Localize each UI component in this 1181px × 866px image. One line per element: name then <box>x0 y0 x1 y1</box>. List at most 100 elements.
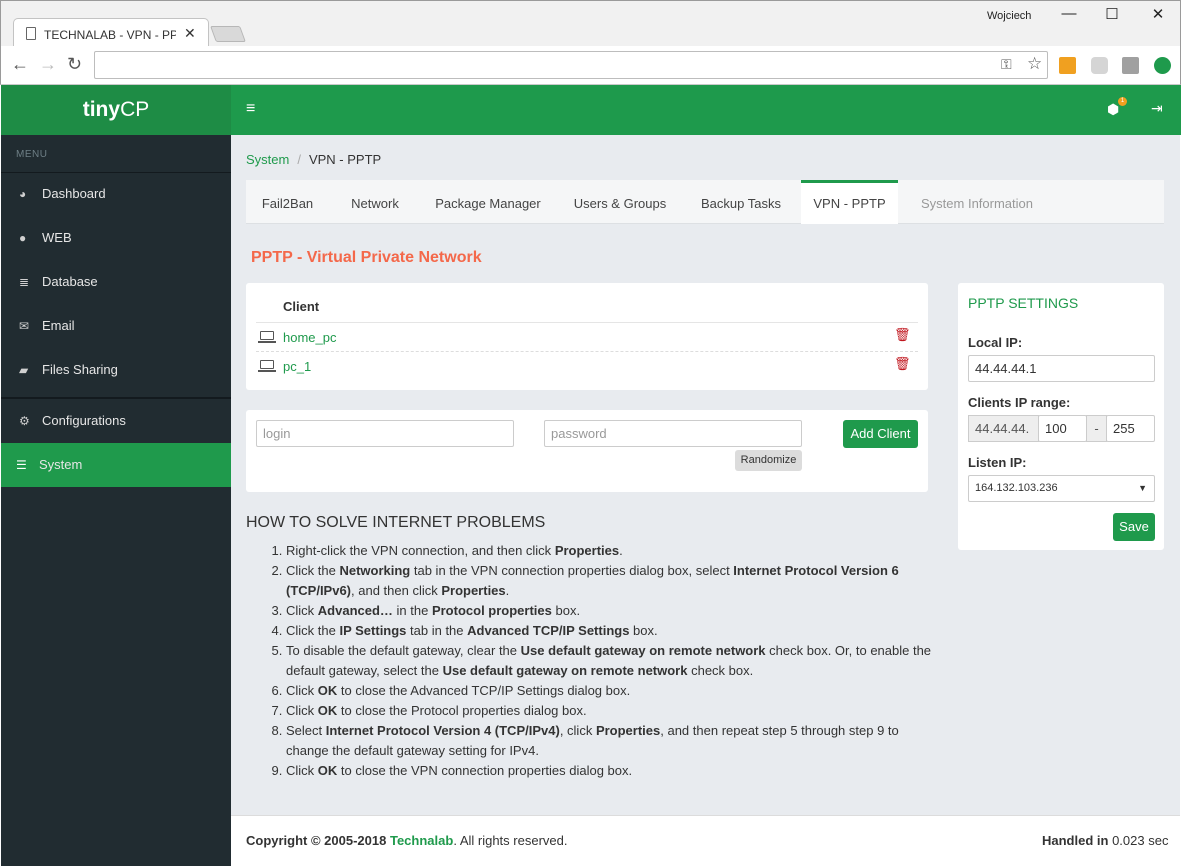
client-column-header: Client <box>283 299 320 314</box>
password-input[interactable]: password <box>544 420 802 447</box>
dropdown-caret-icon: ▼ <box>1138 483 1147 493</box>
database-icon: ≣ <box>19 275 30 289</box>
sidebar-item-configurations[interactable]: ⚙ Configurations <box>1 399 231 443</box>
app-topbar: ≡ ⬢ 1 ⇥ <box>231 85 1181 135</box>
extension-card-icon[interactable] <box>1122 57 1139 74</box>
sidebar-item-label: Email <box>42 318 75 333</box>
cog-icon: ⚙ <box>19 414 30 428</box>
breadcrumb-parent-link[interactable]: System <box>246 152 289 167</box>
breadcrumb-current: VPN - PPTP <box>308 152 382 167</box>
sidebar-item-dashboard[interactable]: ◕ Dashboard <box>1 172 231 216</box>
tabs-bar: Fail2Ban Network Package Manager Users &… <box>246 180 1164 224</box>
browser-tab-title: TECHNALAB - VPN - PPTP <box>44 28 176 42</box>
browser-user[interactable]: Wojciech <box>987 10 1031 22</box>
settings-title: PPTP SETTINGS <box>968 295 1079 311</box>
howto-step: Select Internet Protocol Version 4 (TCP/… <box>286 721 936 761</box>
sidebar-item-label: Configurations <box>42 413 126 428</box>
bookmark-star-icon[interactable]: ☆ <box>1027 54 1042 74</box>
handled-time: Handled in 0.023 sec <box>1042 833 1168 848</box>
howto-title: HOW TO SOLVE INTERNET PROBLEMS <box>246 514 546 531</box>
sidebar-item-files-sharing[interactable]: ▰ Files Sharing <box>1 348 231 392</box>
laptop-icon <box>258 360 276 372</box>
hamburger-menu-icon[interactable]: ≡ <box>246 100 255 118</box>
howto-step: Click Advanced… in the Protocol properti… <box>286 601 936 621</box>
maximize-icon[interactable]: ☐ <box>1097 5 1127 23</box>
local-ip-input[interactable]: 44.44.44.1 <box>968 355 1155 382</box>
ip-range-end-input[interactable]: 255 <box>1106 415 1155 442</box>
sidebar-item-system[interactable]: ☰ System <box>1 443 231 487</box>
tasks-icon: ☰ <box>16 458 27 472</box>
copyright-prefix: Copyright © 2005-2018 <box>246 833 390 848</box>
howto-step: To disable the default gateway, clear th… <box>286 641 936 681</box>
listen-ip-value: 164.132.103.236 <box>975 482 1058 494</box>
close-tab-icon[interactable]: ✕ <box>184 25 196 42</box>
sidebar: tinyCP MENU ◕ Dashboard ● WEB ≣ Database ✉ E… <box>1 85 231 866</box>
save-button[interactable]: Save <box>1113 513 1155 541</box>
browser-tab[interactable]: TECHNALAB - VPN - PPTP ✕ <box>13 18 209 47</box>
app-logo[interactable]: tinyCP <box>1 85 231 135</box>
minimize-icon[interactable]: — <box>1054 5 1084 22</box>
logout-icon[interactable]: ⇥ <box>1151 100 1163 117</box>
main-content: System / VPN - PPTP Fail2Ban Network Packa… <box>231 135 1180 815</box>
table-row: pc_1 🗑 <box>256 351 918 380</box>
howto-steps-list: Right-click the VPN connection, and then… <box>286 541 936 781</box>
new-tab-button[interactable] <box>210 26 246 42</box>
tab-vpn-pptp[interactable]: VPN - PPTP <box>801 180 898 224</box>
handled-value: 0.023 sec <box>1108 833 1169 848</box>
sidebar-item-label: Dashboard <box>42 186 106 201</box>
extension-chart-icon[interactable] <box>1059 57 1076 74</box>
sidebar-item-email[interactable]: ✉ Email <box>1 304 231 348</box>
login-input[interactable]: login <box>256 420 514 447</box>
browser-titlebar: TECHNALAB - VPN - PPTP ✕ Wojciech — ☐ ✕ <box>0 0 1181 47</box>
sidebar-item-label: System <box>39 457 83 472</box>
sidebar-item-web[interactable]: ● WEB <box>1 216 231 260</box>
address-bar[interactable]: ⚿ ☆ <box>94 51 1048 79</box>
sidebar-item-label: Files Sharing <box>42 362 118 377</box>
pptp-settings-card: PPTP SETTINGS Local IP: 44.44.44.1 Clien… <box>958 283 1164 550</box>
clients-ip-range-label: Clients IP range: <box>968 395 1071 410</box>
add-client-card: login password Randomize Add Client <box>246 410 928 492</box>
tab-fail2ban[interactable]: Fail2Ban <box>246 180 329 224</box>
browser-toolbar: ← → ↻ ⚿ ☆ <box>0 46 1181 85</box>
howto-step: Right-click the VPN connection, and then… <box>286 541 936 561</box>
howto-step: Click the IP Settings tab in the Advance… <box>286 621 936 641</box>
client-name-link[interactable]: home_pc <box>283 330 336 345</box>
local-ip-label: Local IP: <box>968 335 1023 350</box>
tab-backup-tasks[interactable]: Backup Tasks <box>686 180 796 224</box>
extension-cube-icon[interactable] <box>1091 57 1108 74</box>
trash-icon[interactable]: 🗑 <box>894 327 911 343</box>
clients-card: Client home_pc 🗑 pc_1 🗑 <box>246 283 928 390</box>
tab-network[interactable]: Network <box>334 180 416 224</box>
folder-open-icon: ▰ <box>19 363 29 377</box>
sidebar-item-database[interactable]: ≣ Database <box>1 260 231 304</box>
sidebar-item-label: WEB <box>42 230 72 245</box>
listen-ip-select[interactable]: 164.132.103.236 ▼ <box>968 475 1155 502</box>
trash-icon[interactable]: 🗑 <box>894 356 911 372</box>
ip-range-dash: - <box>1086 415 1107 442</box>
close-window-icon[interactable]: ✕ <box>1143 5 1173 23</box>
randomize-button[interactable]: Randomize <box>735 450 802 471</box>
key-icon[interactable]: ⚿ <box>1001 56 1012 73</box>
extension-upload-icon[interactable] <box>1154 57 1171 74</box>
tab-package-manager[interactable]: Package Manager <box>421 180 555 224</box>
company-link[interactable]: Technalab <box>390 833 453 848</box>
tab-system-information: System Information <box>921 196 1033 211</box>
forward-icon[interactable]: → <box>39 54 57 75</box>
client-name-link[interactable]: pc_1 <box>283 359 311 374</box>
tachometer-icon: ◕ <box>19 187 27 201</box>
copyright-suffix: . All rights reserved. <box>453 833 568 848</box>
back-icon[interactable]: ← <box>11 54 29 75</box>
globe-icon: ● <box>19 231 27 245</box>
tab-users-groups[interactable]: Users & Groups <box>560 180 680 224</box>
reload-icon[interactable]: ↻ <box>67 54 82 75</box>
breadcrumb-separator: / <box>297 152 301 167</box>
howto-step: Click the Networking tab in the VPN conn… <box>286 561 936 601</box>
notification-count-badge: 1 <box>1118 97 1127 106</box>
notifications-cube-icon[interactable]: ⬢ <box>1107 101 1119 118</box>
ip-range-prefix: 44.44.44. <box>968 415 1039 442</box>
envelope-icon: ✉ <box>19 319 30 333</box>
add-client-button[interactable]: Add Client <box>843 420 918 448</box>
ip-range-start-input[interactable]: 100 <box>1038 415 1087 442</box>
listen-ip-label: Listen IP: <box>968 455 1027 470</box>
logo-rest: CP <box>120 98 150 121</box>
